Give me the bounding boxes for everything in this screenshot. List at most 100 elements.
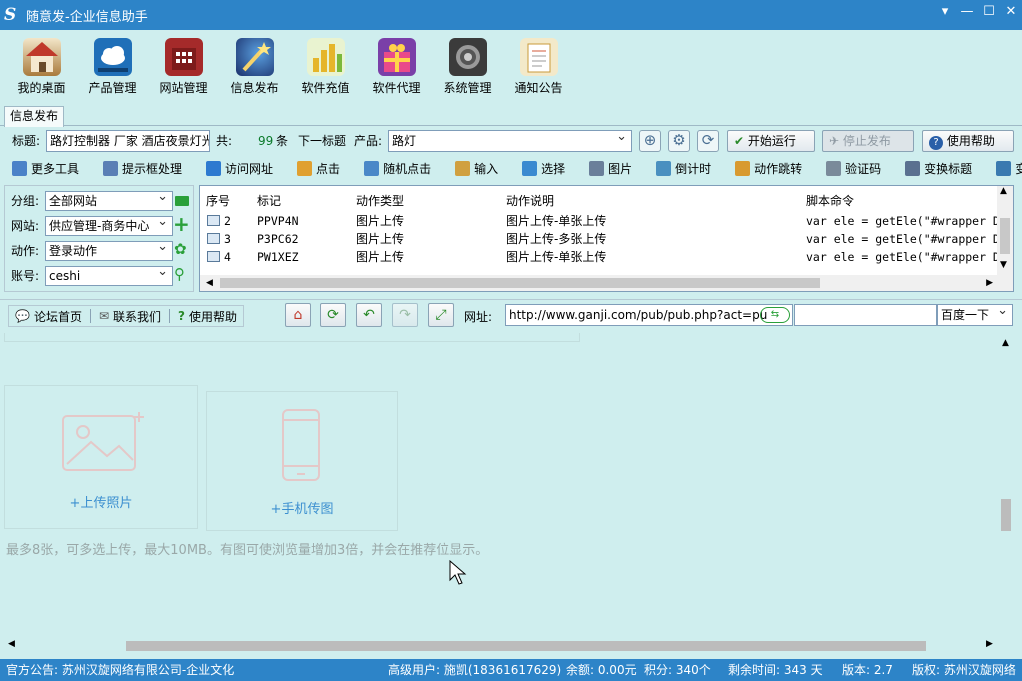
toolbar-product-management[interactable]: 产品管理 (77, 30, 148, 101)
next-title-link[interactable]: 下一标题 (298, 132, 346, 150)
web-horizontal-scrollbar[interactable]: ◀ ▶ (0, 636, 1003, 656)
scroll-down-icon[interactable]: ▼ (1000, 260, 1007, 270)
scroll-left-icon[interactable]: ◀ (206, 275, 213, 291)
toolbar-notice[interactable]: 通知公告 (503, 30, 574, 101)
add-icon[interactable]: + (173, 214, 190, 234)
toolbar-recharge[interactable]: 软件充值 (290, 30, 361, 101)
action-tool-0[interactable]: 更多工具 (12, 160, 79, 177)
action-tool-12[interactable]: 变换产品 (996, 160, 1022, 177)
web-scroll-up-icon[interactable]: ▲ (1002, 338, 1009, 348)
toolbar-system-management[interactable]: 系统管理 (432, 30, 503, 101)
col-no[interactable]: 序号 (206, 192, 230, 210)
refresh-icon[interactable]: ⟳ (697, 130, 719, 152)
phone-upload-label[interactable]: +手机传图 (207, 498, 397, 517)
scroll-up-icon[interactable]: ▲ (1000, 186, 1007, 196)
window-title: 随意发-企业信息助手 (26, 9, 148, 25)
tab-info-publish[interactable]: 信息发布 (4, 106, 64, 127)
action-tool-2[interactable]: 访问网址 (206, 160, 273, 177)
quick-links: 💬 论坛首页 ✉ 联系我们 ? 使用帮助 (8, 305, 245, 327)
action-tool-7[interactable]: 图片 (589, 160, 632, 177)
site-select[interactable]: 供应管理-商务中心 (45, 216, 173, 236)
status-notice: 官方公告: 苏州汉旋网络有限公司-企业文化 (6, 663, 235, 677)
scroll-thumb[interactable] (1000, 218, 1010, 254)
scroll-right-icon[interactable]: ▶ (986, 275, 993, 291)
go-icon[interactable]: ⇆ (760, 307, 790, 323)
web-scroll-right-icon[interactable]: ▶ (986, 639, 993, 649)
phone-upload-card[interactable]: +手机传图 (206, 391, 398, 531)
action-tool-1[interactable]: 提示框处理 (103, 160, 182, 177)
col-type[interactable]: 动作类型 (356, 192, 404, 210)
action-tool-11[interactable]: 变换标题 (905, 160, 972, 177)
account-select[interactable]: ceshi (45, 266, 173, 286)
cell-tag: PPVP4N (257, 214, 299, 228)
title-bar: S 随意发-企业信息助手 ▾ — ☐ ✕ (0, 0, 1022, 30)
tool-icon (206, 160, 222, 176)
web-hscroll-thumb[interactable] (126, 641, 926, 651)
group-select[interactable]: 全部网站 (45, 191, 173, 211)
browser-refresh-icon[interactable]: ⟳ (320, 303, 346, 327)
status-balance: 余额: 0.00元 (566, 663, 637, 677)
action-tool-9[interactable]: 动作跳转 (735, 160, 802, 177)
close-icon[interactable]: ✕ (1000, 0, 1022, 26)
browser-forward-icon[interactable]: ↷ (392, 303, 418, 327)
table-vertical-scrollbar[interactable]: ▲ ▼ (997, 186, 1013, 291)
upload-photo-card[interactable]: +上传照片 (4, 385, 198, 529)
table-row[interactable]: 4 PW1XEZ 图片上传 图片上传-单张上传 var ele = getEle("#w… (200, 248, 1013, 266)
col-desc[interactable]: 动作说明 (506, 192, 554, 210)
toolbar-my-desktop[interactable]: 我的桌面 (6, 30, 77, 101)
col-tag[interactable]: 标记 (257, 192, 281, 210)
url-input[interactable]: http://www.ganji.com/pub/pub.php?act=pu (505, 304, 793, 326)
search-icon[interactable]: ⚲ (174, 265, 185, 283)
folder-icon[interactable] (175, 196, 189, 206)
menu-dropdown-icon[interactable]: ▾ (934, 0, 956, 26)
toolbar-agent[interactable]: 软件代理 (361, 30, 432, 101)
action-tool-5[interactable]: 输入 (455, 160, 498, 177)
upload-photo-label[interactable]: +上传照片 (5, 492, 197, 511)
minimize-icon[interactable]: — (956, 0, 978, 26)
col-script[interactable]: 脚本命令 (806, 192, 854, 210)
title-input[interactable]: 路灯控制器 厂家 酒店夜景灯光 (46, 130, 210, 152)
gear-small-icon[interactable]: ✿ (174, 240, 187, 258)
maximize-icon[interactable]: ☐ (978, 0, 1000, 26)
mouse-cursor-icon (449, 560, 467, 585)
search-input[interactable] (794, 304, 937, 326)
tool-icon (364, 160, 380, 176)
action-tool-6[interactable]: 选择 (522, 160, 565, 177)
cell-desc: 图片上传-单张上传 (506, 250, 607, 264)
web-scroll-left-icon[interactable]: ◀ (8, 639, 15, 649)
forum-home-link[interactable]: 论坛首页 (34, 308, 82, 325)
search-engine-select[interactable]: 百度一下 (937, 304, 1013, 326)
action-tool-4[interactable]: 随机点击 (364, 160, 431, 177)
tool-label: 倒计时 (675, 161, 712, 176)
table-row[interactable]: 2 PPVP4N 图片上传 图片上传-单张上传 var ele = getEle("#w… (200, 212, 1013, 230)
cell-script: var ele = getEle("#wrapper DIV F (806, 250, 1014, 264)
action-select[interactable]: 登录动作 (45, 241, 173, 261)
add-circle-icon[interactable]: ⊕ (639, 130, 661, 152)
web-vertical-scrollbar[interactable]: ▲ (996, 333, 1016, 636)
start-run-button[interactable]: ✔ 开始运行 (727, 130, 815, 152)
phone-icon (282, 409, 320, 481)
table-row[interactable]: 3 P3PC62 图片上传 图片上传-多张上传 var ele = getEle("#w… (200, 230, 1013, 248)
browser-back-icon[interactable]: ↶ (356, 303, 382, 327)
web-scroll-thumb[interactable] (1001, 499, 1011, 531)
toolbar-info-publish[interactable]: 信息发布 (219, 30, 290, 101)
help-link[interactable]: 使用帮助 (189, 308, 237, 325)
status-version: 版本: 2.7 (842, 663, 893, 677)
table-header: 序号 标记 动作类型 动作说明 脚本命令 (200, 192, 1000, 210)
table-horizontal-scrollbar[interactable]: ◀ ▶ (200, 275, 997, 291)
toolbar-site-management[interactable]: 网站管理 (148, 30, 219, 101)
chat-bubble-icon: 💬 (15, 309, 30, 323)
action-tool-10[interactable]: 验证码 (826, 160, 881, 177)
help-button[interactable]: ? 使用帮助 (922, 130, 1014, 152)
contact-us-link[interactable]: 联系我们 (113, 308, 161, 325)
hscroll-thumb[interactable] (220, 278, 820, 288)
action-tool-3[interactable]: 点击 (297, 160, 340, 177)
product-select[interactable]: 路灯 (388, 130, 632, 152)
tool-label: 动作跳转 (754, 161, 803, 176)
fullscreen-icon[interactable]: ⤢ (428, 303, 454, 327)
browser-home-icon[interactable]: ⌂ (285, 303, 311, 327)
question-icon: ? (178, 309, 186, 323)
stop-publish-button[interactable]: ✈ 停止发布 (822, 130, 914, 152)
settings-icon[interactable]: ⚙ (668, 130, 690, 152)
action-tool-8[interactable]: 倒计时 (656, 160, 711, 177)
